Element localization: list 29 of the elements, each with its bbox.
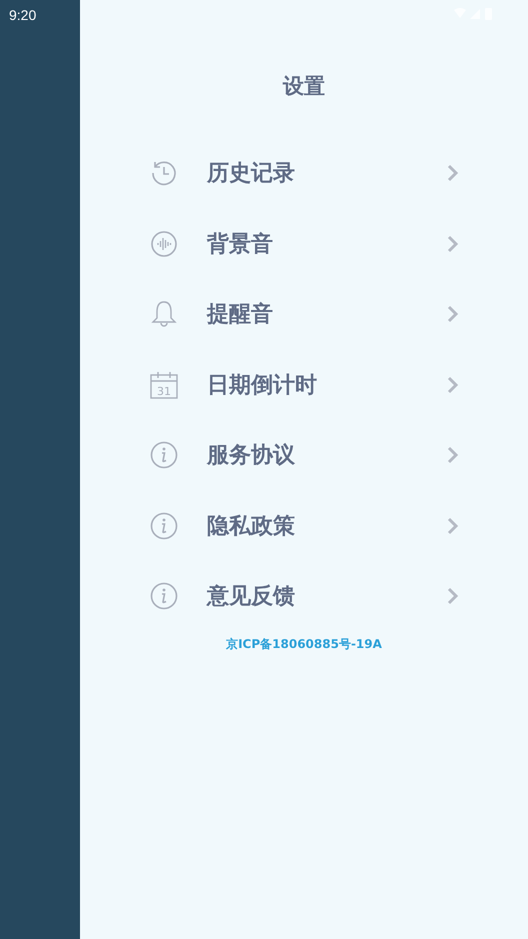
info-icon [149,510,179,541]
item-label: 历史记录 [207,160,296,188]
sound-wave-icon [149,228,179,259]
settings-item[interactable]: 服务协议 [149,420,459,490]
settings-item[interactable]: 31 日期倒计时 [149,350,459,420]
settings-item[interactable]: 历史记录 [149,138,459,208]
settings-item[interactable]: 背景音 [149,208,459,279]
page-title: 设置 [283,73,325,100]
chevron-right-icon [447,446,459,464]
icp-link[interactable]: 京ICP备18060885号-19A [226,636,382,652]
item-label: 背景音 [207,230,274,259]
item-label: 日期倒计时 [207,372,318,400]
item-label: 提醒音 [207,300,274,330]
settings-item[interactable]: 隐私政策 [149,490,459,561]
chevron-right-icon [447,376,459,394]
status-time: 9:20 [9,7,36,23]
bell-icon [149,299,179,330]
item-label: 隐私政策 [207,512,296,541]
chevron-right-icon [447,234,459,253]
item-label: 服务协议 [207,442,296,470]
settings-item[interactable]: 意见反馈 [149,561,459,632]
chevron-right-icon [447,516,459,535]
info-icon [149,440,179,470]
chevron-right-icon [447,587,459,606]
item-label: 意见反馈 [207,583,296,612]
chevron-right-icon [447,164,459,182]
info-icon [149,581,179,612]
settings-item[interactable]: 提醒音 [149,279,459,350]
chevron-right-icon [447,305,459,324]
